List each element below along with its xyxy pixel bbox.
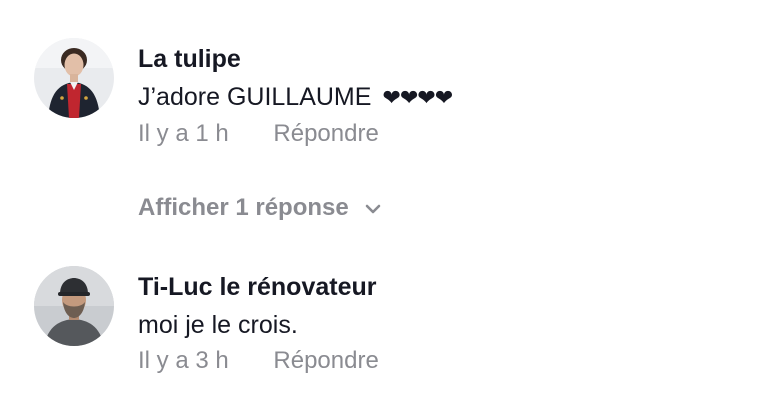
avatar-image bbox=[34, 38, 114, 118]
comment-text: moi je le crois. bbox=[138, 311, 298, 339]
comment-text: J’adore GUILLAUME ❤❤❤❤ bbox=[138, 82, 738, 113]
avatar[interactable] bbox=[34, 266, 114, 346]
chevron-down-icon bbox=[365, 192, 381, 222]
comment-meta: Il y a 3 h Répondre bbox=[138, 346, 738, 376]
view-replies-button[interactable]: Afficher 1 réponse bbox=[138, 193, 381, 223]
comment-username[interactable]: Ti-Luc le rénovateur bbox=[138, 272, 738, 302]
comment-username[interactable]: La tulipe bbox=[138, 44, 738, 74]
comment-timestamp: Il y a 3 h bbox=[138, 347, 229, 374]
comment-meta: Il y a 1 h Répondre bbox=[138, 119, 738, 149]
hearts-emoji: ❤❤❤❤ bbox=[382, 85, 453, 110]
avatar-image bbox=[34, 266, 114, 346]
view-replies-label: Afficher 1 réponse bbox=[138, 194, 349, 221]
comment-body: Ti-Luc le rénovateur moi je le crois. Il… bbox=[138, 272, 738, 376]
comment-timestamp: Il y a 1 h bbox=[138, 120, 229, 147]
reply-button[interactable]: Répondre bbox=[273, 119, 378, 149]
avatar[interactable] bbox=[34, 38, 114, 118]
comment-body: La tulipe J’adore GUILLAUME ❤❤❤❤ Il y a … bbox=[138, 44, 738, 149]
comment-text-content: J’adore GUILLAUME bbox=[138, 83, 372, 111]
reply-button[interactable]: Répondre bbox=[273, 346, 378, 376]
